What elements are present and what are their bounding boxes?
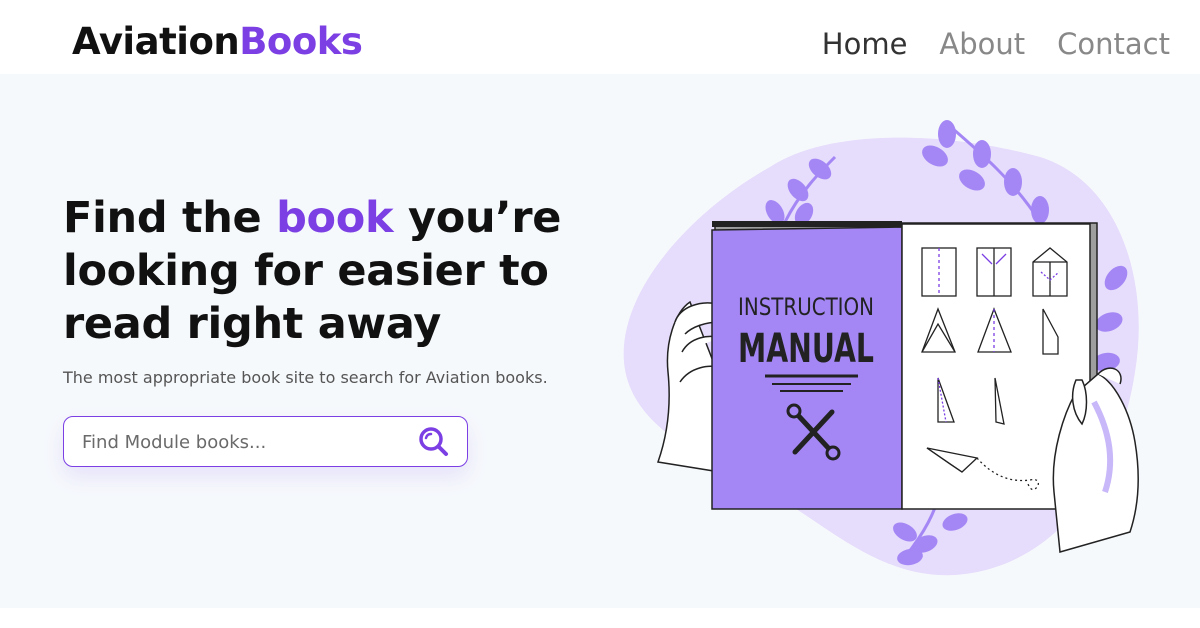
nav-link-about[interactable]: About — [939, 24, 1025, 64]
hero-subtitle: The most appropriate book site to search… — [63, 368, 548, 387]
site-logo[interactable]: AviationBooks — [72, 20, 363, 64]
instruction-manual-illustration: INSTRUCTION MANUAL — [623, 120, 1140, 576]
nav-link-home[interactable]: Home — [822, 24, 908, 64]
search-input[interactable] — [82, 429, 402, 455]
logo-text-aviation: Aviation — [72, 20, 240, 63]
search-box — [63, 416, 468, 467]
cover-title-line2: MANUAL — [738, 326, 874, 372]
headline-text-start: Find the — [63, 193, 277, 243]
search-icon[interactable] — [417, 426, 451, 458]
nav-link-contact[interactable]: Contact — [1057, 24, 1170, 64]
site-header: AviationBooks Home About Contact — [0, 0, 1200, 74]
logo-text-books: Books — [239, 20, 363, 63]
footer-strip — [0, 608, 1200, 628]
hero-headline: Find the book you’re looking for easier … — [63, 192, 583, 351]
main-nav: Home About Contact — [822, 24, 1170, 64]
cover-title-line1: INSTRUCTION — [738, 293, 874, 321]
headline-highlight: book — [276, 193, 394, 243]
